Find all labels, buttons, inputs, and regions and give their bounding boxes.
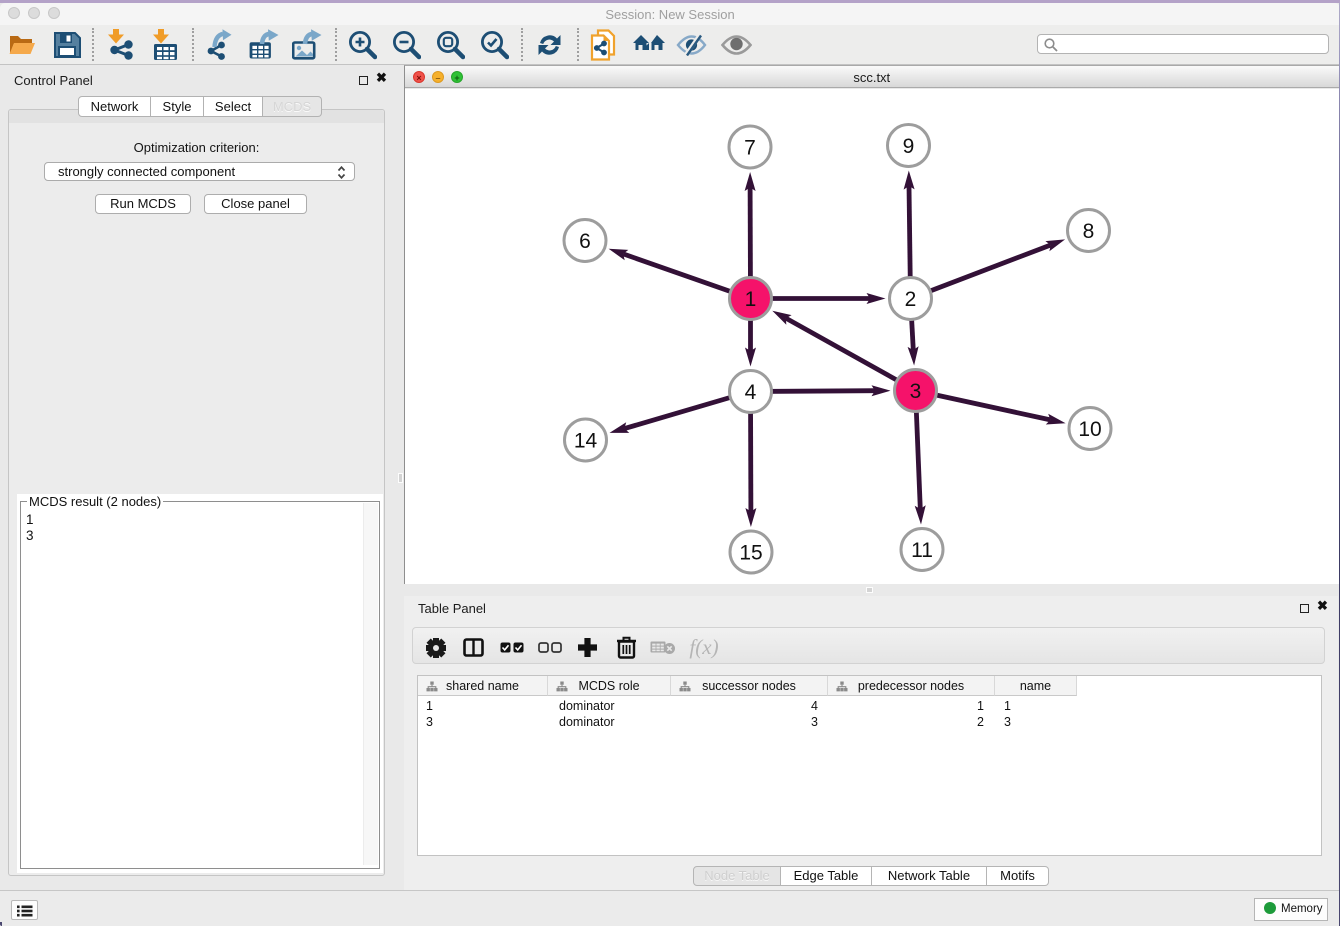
svg-text:8: 8: [1083, 220, 1095, 243]
svg-text:14: 14: [574, 430, 598, 453]
svg-text:7: 7: [744, 137, 756, 160]
svg-text:11: 11: [911, 539, 933, 562]
svg-text:9: 9: [903, 135, 915, 158]
svg-text:6: 6: [579, 230, 591, 253]
svg-text:15: 15: [739, 542, 762, 565]
svg-text:10: 10: [1078, 418, 1101, 441]
svg-text:4: 4: [745, 381, 757, 404]
svg-text:2: 2: [905, 288, 917, 311]
svg-text:1: 1: [745, 288, 757, 311]
svg-text:3: 3: [910, 380, 922, 403]
